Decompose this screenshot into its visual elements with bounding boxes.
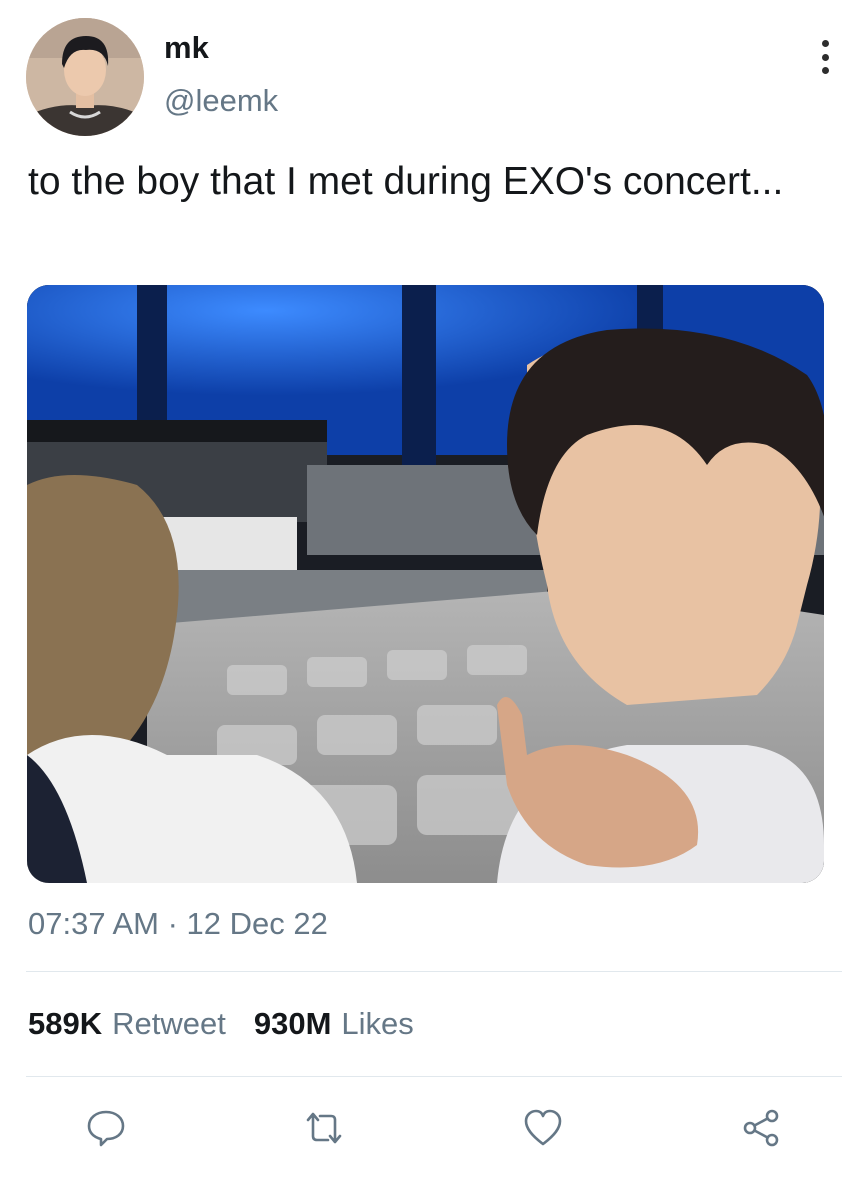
avatar-image <box>26 18 144 136</box>
reply-icon <box>87 1110 125 1147</box>
more-dot <box>821 40 829 47</box>
likes-stat[interactable]: 930M Likes <box>254 1006 414 1042</box>
more-dot <box>821 53 829 61</box>
avatar[interactable] <box>26 18 144 136</box>
author-handle[interactable]: @leemk <box>164 83 278 119</box>
likes-label: Likes <box>341 1006 414 1041</box>
divider <box>26 1076 842 1077</box>
tweet-timestamp[interactable]: 07:37 AM · 12 Dec 22 <box>28 906 328 942</box>
like-button[interactable] <box>515 1100 571 1156</box>
more-vertical-icon[interactable] <box>818 40 832 74</box>
retweets-stat[interactable]: 589K Retweet <box>28 1006 226 1042</box>
reply-button[interactable] <box>78 1100 134 1156</box>
retweets-label: Retweet <box>112 1006 226 1041</box>
retweet-icon <box>306 1112 342 1144</box>
retweet-button[interactable] <box>296 1100 352 1156</box>
tweet-stats: 589K Retweet 930M Likes <box>28 1006 442 1042</box>
likes-count: 930M <box>253 1006 332 1041</box>
author-name[interactable]: mk <box>164 30 209 66</box>
heart-icon <box>524 1109 562 1146</box>
tweet-text: to the boy that I met during EXO's conce… <box>28 160 784 203</box>
divider <box>26 971 842 972</box>
action-bar <box>0 1100 868 1166</box>
photo-image <box>27 285 824 883</box>
tweet-header: mk @leemk <box>26 16 842 140</box>
more-dot <box>821 67 829 74</box>
share-button[interactable] <box>733 1100 789 1156</box>
retweets-count: 589K <box>28 1006 103 1041</box>
tweet-photo[interactable] <box>27 285 824 883</box>
share-icon <box>743 1109 779 1147</box>
